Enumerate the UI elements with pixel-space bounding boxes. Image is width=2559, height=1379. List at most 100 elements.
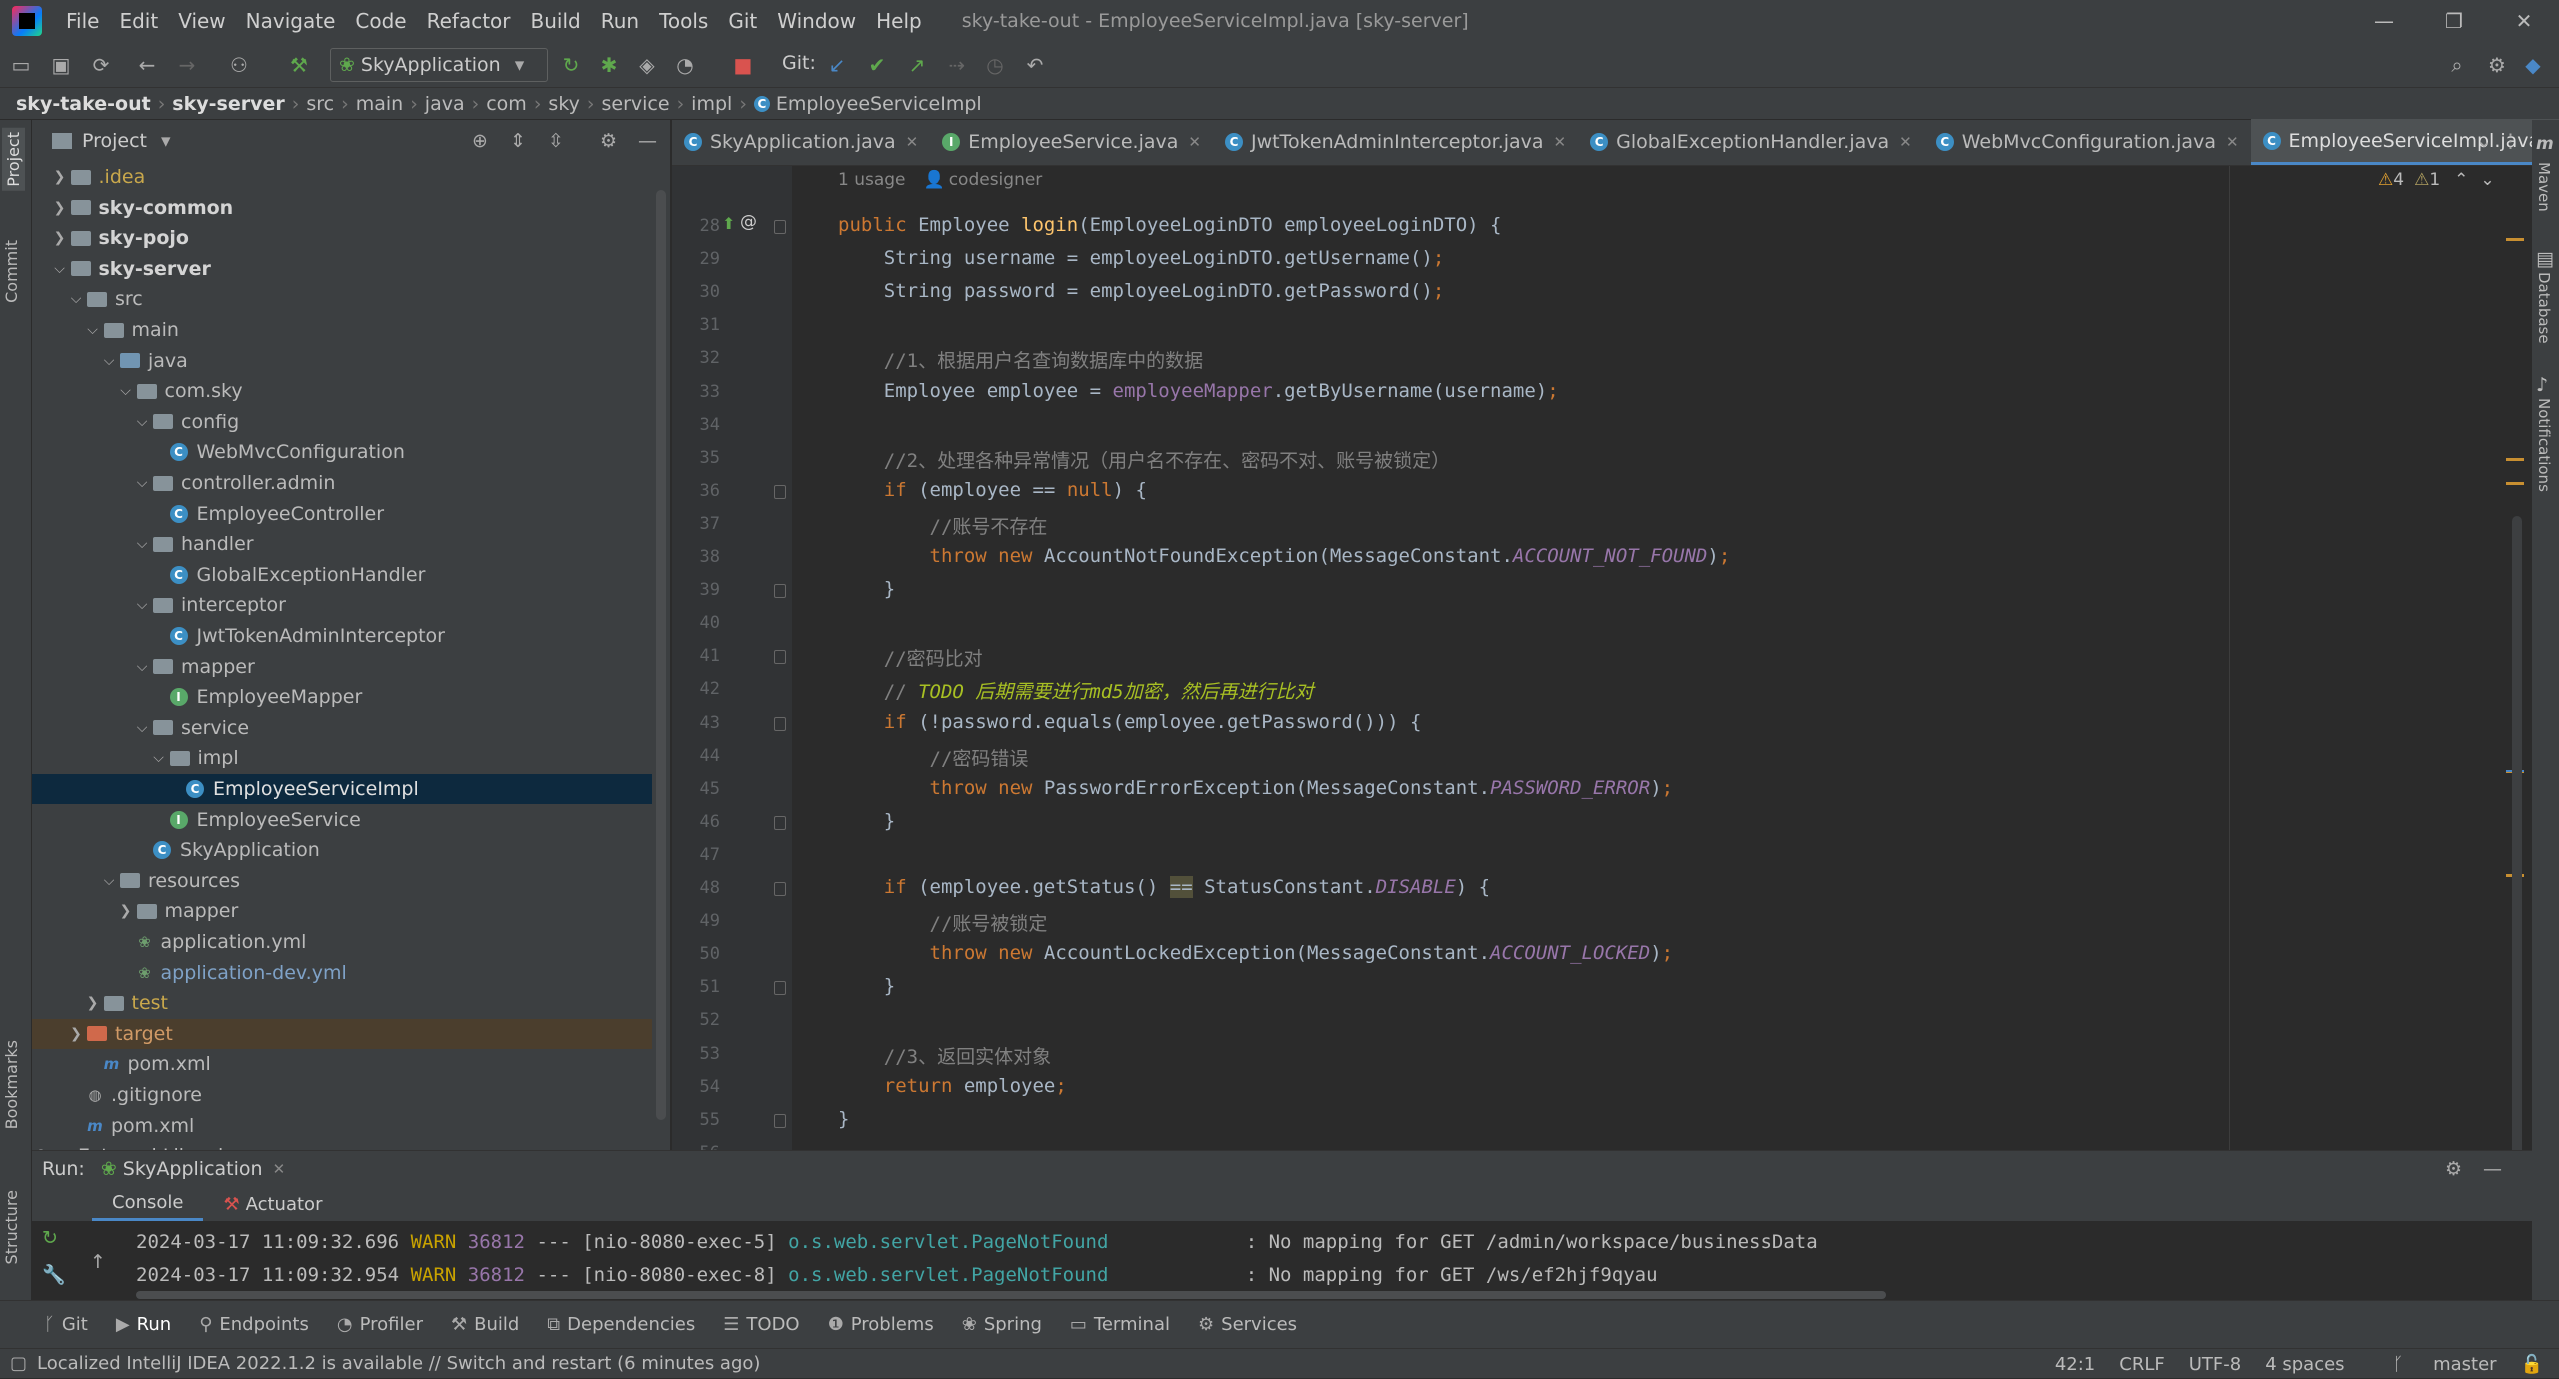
menu-code[interactable]: Code	[345, 9, 416, 33]
code-line[interactable]: String username = employeeLoginDTO.getUs…	[838, 247, 1445, 269]
tree-item[interactable]: ❀ application.yml	[32, 927, 652, 957]
rerun-icon[interactable]: ↻	[558, 52, 584, 78]
toolwindow-dependencies[interactable]: ⧉ Dependencies	[547, 1314, 695, 1335]
settings-gear-icon[interactable]: ⚙	[2484, 52, 2510, 78]
close-icon[interactable]: ✕	[2489, 0, 2559, 42]
code-line[interactable]: }	[838, 1108, 849, 1130]
tree-item[interactable]: ⌵ config	[32, 407, 652, 437]
close-tab-icon[interactable]: ✕	[1554, 133, 1567, 151]
history-icon[interactable]: ◷	[982, 52, 1008, 78]
tree-item[interactable]: I EmployeeMapper	[32, 682, 652, 712]
rollback-icon[interactable]: ↶	[1022, 52, 1048, 78]
tree-item[interactable]: C SkyApplication	[32, 835, 652, 865]
tree-item[interactable]: ⌵ service	[32, 713, 652, 743]
menu-refactor[interactable]: Refactor	[417, 9, 521, 33]
prev-highlight-icon[interactable]: ⌃	[2454, 170, 2468, 190]
code-line[interactable]: //1、根据用户名查询数据库中的数据	[838, 346, 1203, 373]
tree-item[interactable]: ❯ .idea	[32, 162, 652, 192]
chevron-down-icon[interactable]: ⌵	[98, 353, 120, 369]
toolwindow-build[interactable]: ⚒ Build	[451, 1314, 519, 1335]
breadcrumb-item[interactable]: src	[306, 93, 334, 115]
code-line[interactable]: if (employee == null) {	[838, 479, 1147, 501]
close-tab-icon[interactable]: ✕	[273, 1160, 286, 1178]
breadcrumb-item[interactable]: sky	[548, 93, 579, 115]
chevron-down-icon[interactable]: ⌵	[49, 261, 71, 277]
chevron-down-icon[interactable]: ⌵	[131, 536, 153, 552]
close-tab-icon[interactable]: ✕	[2226, 133, 2239, 151]
structure-tool-tab[interactable]: Structure	[2, 1190, 21, 1264]
menu-window[interactable]: Window	[767, 9, 866, 33]
tab-list-chevron-icon[interactable]: ⌄	[2476, 130, 2492, 152]
project-scrollbar[interactable]	[656, 190, 666, 1120]
locate-icon[interactable]: ⊕	[472, 130, 488, 152]
tree-item[interactable]: ❯ sky-pojo	[32, 223, 652, 253]
git-commit-icon[interactable]: ✔	[864, 52, 890, 78]
breadcrumb-item[interactable]: com	[486, 93, 527, 115]
code-line[interactable]: throw new AccountNotFoundException(Messa…	[838, 545, 1731, 567]
tree-item[interactable]: m pom.xml	[32, 1049, 652, 1079]
chevron-right-icon[interactable]: ❯	[49, 169, 71, 185]
settings-gear-icon[interactable]: ⚙	[2445, 1158, 2462, 1180]
toolwindow-endpoints[interactable]: ⚲ Endpoints	[199, 1314, 309, 1335]
tree-item[interactable]: C GlobalExceptionHandler	[32, 560, 652, 590]
code-line[interactable]: //密码比对	[838, 644, 983, 671]
chevron-right-icon[interactable]: ❯	[115, 903, 137, 919]
menu-run[interactable]: Run	[591, 9, 649, 33]
tree-item[interactable]: ⌵ interceptor	[32, 590, 652, 620]
chevron-down-icon[interactable]: ⌵	[131, 475, 153, 491]
close-tab-icon[interactable]: ✕	[1899, 133, 1912, 151]
tree-item[interactable]: C EmployeeServiceImpl	[32, 774, 652, 804]
tree-item[interactable]: ◍ .gitignore	[32, 1080, 652, 1110]
tree-item[interactable]: ⌵ impl	[32, 743, 652, 773]
restore-icon[interactable]: ❐	[2419, 0, 2489, 42]
status-toggle-icon[interactable]: ▢	[10, 1353, 27, 1374]
sync-icon[interactable]: ⟳	[88, 52, 114, 78]
project-panel-title[interactable]: Project	[82, 130, 147, 152]
toolwindow-services[interactable]: ⚙ Services	[1198, 1314, 1297, 1335]
menu-edit[interactable]: Edit	[109, 9, 168, 33]
code-line[interactable]: //账号不存在	[838, 512, 1048, 539]
fold-marker-icon[interactable]	[774, 981, 786, 996]
chevron-down-icon[interactable]: ⌵	[115, 383, 137, 399]
back-icon[interactable]: ←	[134, 52, 160, 78]
code-line[interactable]: throw new AccountLockedException(Message…	[838, 942, 1674, 964]
toolwindow-spring[interactable]: ❀ Spring	[962, 1314, 1042, 1335]
tree-item[interactable]: ⌵ java	[32, 346, 652, 376]
editor-tab[interactable]: C WebMvcConfiguration.java ✕	[1924, 119, 2251, 165]
tree-item[interactable]: ❯ sky-common	[32, 193, 652, 223]
tree-item[interactable]: m pom.xml	[32, 1111, 652, 1141]
collapse-all-icon[interactable]: ⇳	[548, 130, 564, 152]
tree-item[interactable]: I EmployeeService	[32, 805, 652, 835]
code-line[interactable]: //3、返回实体对象	[838, 1042, 1051, 1069]
fold-marker-icon[interactable]	[774, 650, 786, 665]
tree-item[interactable]: C WebMvcConfiguration	[32, 437, 652, 467]
code-line[interactable]: public Employee login(EmployeeLoginDTO e…	[838, 214, 1501, 236]
chevron-down-icon[interactable]: ⌵	[131, 414, 153, 430]
toolwindow-run[interactable]: ▶ Run	[116, 1314, 171, 1335]
code-line[interactable]: Employee employee = employeeMapper.getBy…	[838, 380, 1559, 402]
menu-file[interactable]: File	[56, 9, 109, 33]
editor-tab[interactable]: I EmployeeService.java ✕	[930, 119, 1213, 165]
chevron-down-icon[interactable]: ⌵	[65, 291, 87, 307]
chevron-down-icon[interactable]: ⌵	[131, 659, 153, 675]
chevron-down-icon[interactable]: ⌵	[131, 720, 153, 736]
run-subtab-console[interactable]: Console	[92, 1187, 204, 1221]
chevron-right-icon[interactable]: ❯	[65, 1026, 87, 1042]
git-branch-widget[interactable]: ᚴ master	[2369, 1354, 2497, 1375]
hide-panel-icon[interactable]: —	[638, 130, 657, 152]
file-encoding[interactable]: UTF-8	[2189, 1354, 2241, 1375]
lock-icon[interactable]: 🔓	[2521, 1354, 2543, 1375]
git-update-icon[interactable]: ↙	[824, 52, 850, 78]
code-editor[interactable]: 1 usage 👤 codesigner ⚠ 4 ⚠ 1 ⌃ ⌄ public Empl…	[792, 166, 2508, 1150]
menu-build[interactable]: Build	[521, 9, 591, 33]
tree-item[interactable]: ⌵ sky-server	[32, 254, 652, 284]
chevron-right-icon[interactable]: ❯	[49, 200, 71, 216]
more-options-icon[interactable]: ⋮	[2501, 130, 2520, 152]
editor-tab[interactable]: C GlobalExceptionHandler.java ✕	[1578, 119, 1924, 165]
menu-git[interactable]: Git	[718, 9, 767, 33]
chevron-right-icon[interactable]: ❯	[82, 995, 104, 1011]
close-tab-icon[interactable]: ✕	[1188, 133, 1201, 151]
code-line[interactable]: }	[838, 578, 895, 600]
caret-position[interactable]: 42:1	[2055, 1354, 2095, 1375]
toolwindow-todo[interactable]: ☰ TODO	[723, 1314, 799, 1335]
